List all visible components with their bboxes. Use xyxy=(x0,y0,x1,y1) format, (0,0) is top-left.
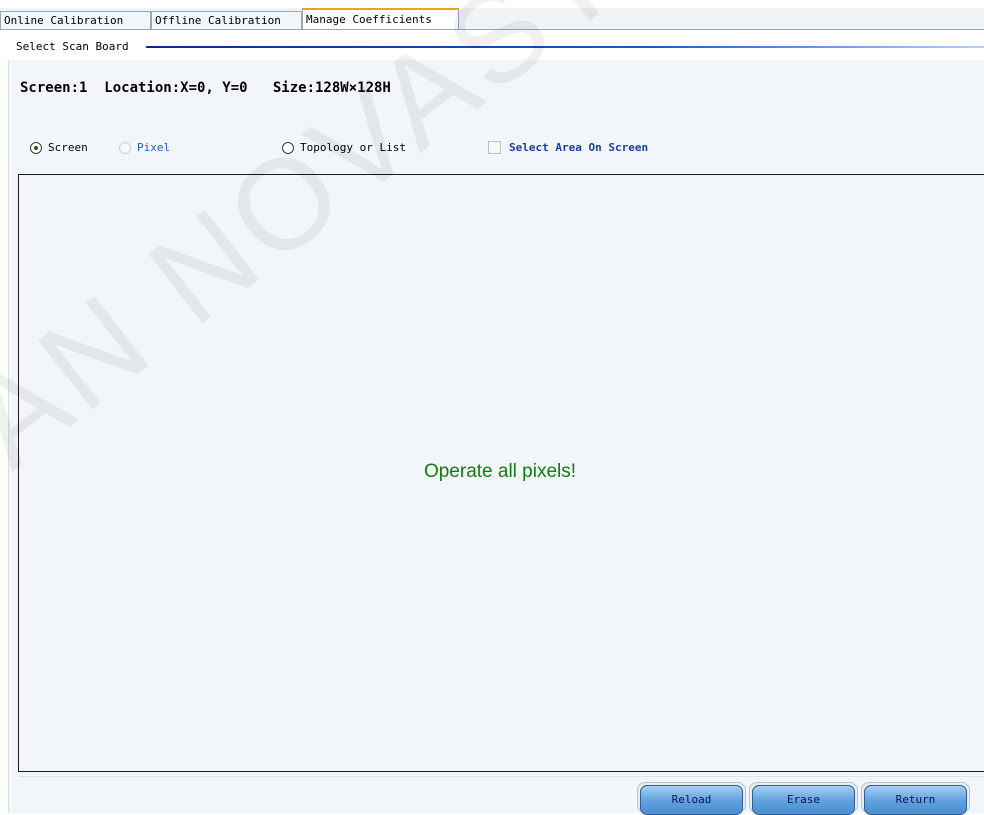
panel-edge xyxy=(8,60,9,813)
radio-disabled-icon xyxy=(119,141,131,154)
pixel-radio: Pixel xyxy=(119,141,170,154)
select-area-label: Select Area On Screen xyxy=(509,141,649,154)
group-header xyxy=(0,30,984,60)
checkbox-icon[interactable] xyxy=(488,141,501,154)
screen-canvas[interactable]: Operate all pixels! xyxy=(18,174,984,772)
select-area-checkbox[interactable]: Select Area On Screen xyxy=(488,141,648,154)
radio-checked-icon[interactable] xyxy=(30,141,42,154)
group-title-rule xyxy=(146,46,984,48)
footer-divider xyxy=(18,776,984,777)
return-button[interactable]: Return xyxy=(864,785,967,815)
erase-button[interactable]: Erase xyxy=(752,785,855,815)
radio-unchecked-icon[interactable] xyxy=(282,141,294,154)
tab-offline-calibration[interactable]: Offline Calibration xyxy=(151,11,302,29)
screen-info: Screen:1 Location:X=0, Y=0 Size:128W×128… xyxy=(20,80,391,96)
topology-radio-label: Topology or List xyxy=(300,141,406,154)
pixel-radio-label: Pixel xyxy=(137,141,171,154)
operate-message: Operate all pixels! xyxy=(423,461,577,482)
tab-bar: Online Calibration Offline Calibration M… xyxy=(0,8,984,31)
tab-online-calibration[interactable]: Online Calibration xyxy=(0,11,151,29)
screen-radio-label: Screen xyxy=(48,141,88,154)
screen-radio[interactable]: Screen xyxy=(30,141,88,154)
group-title: Select Scan Board xyxy=(16,40,129,53)
reload-button[interactable]: Reload xyxy=(640,785,743,815)
topology-radio[interactable]: Topology or List xyxy=(282,141,406,154)
tab-manage-coefficients[interactable]: Manage Coefficients xyxy=(302,8,459,31)
